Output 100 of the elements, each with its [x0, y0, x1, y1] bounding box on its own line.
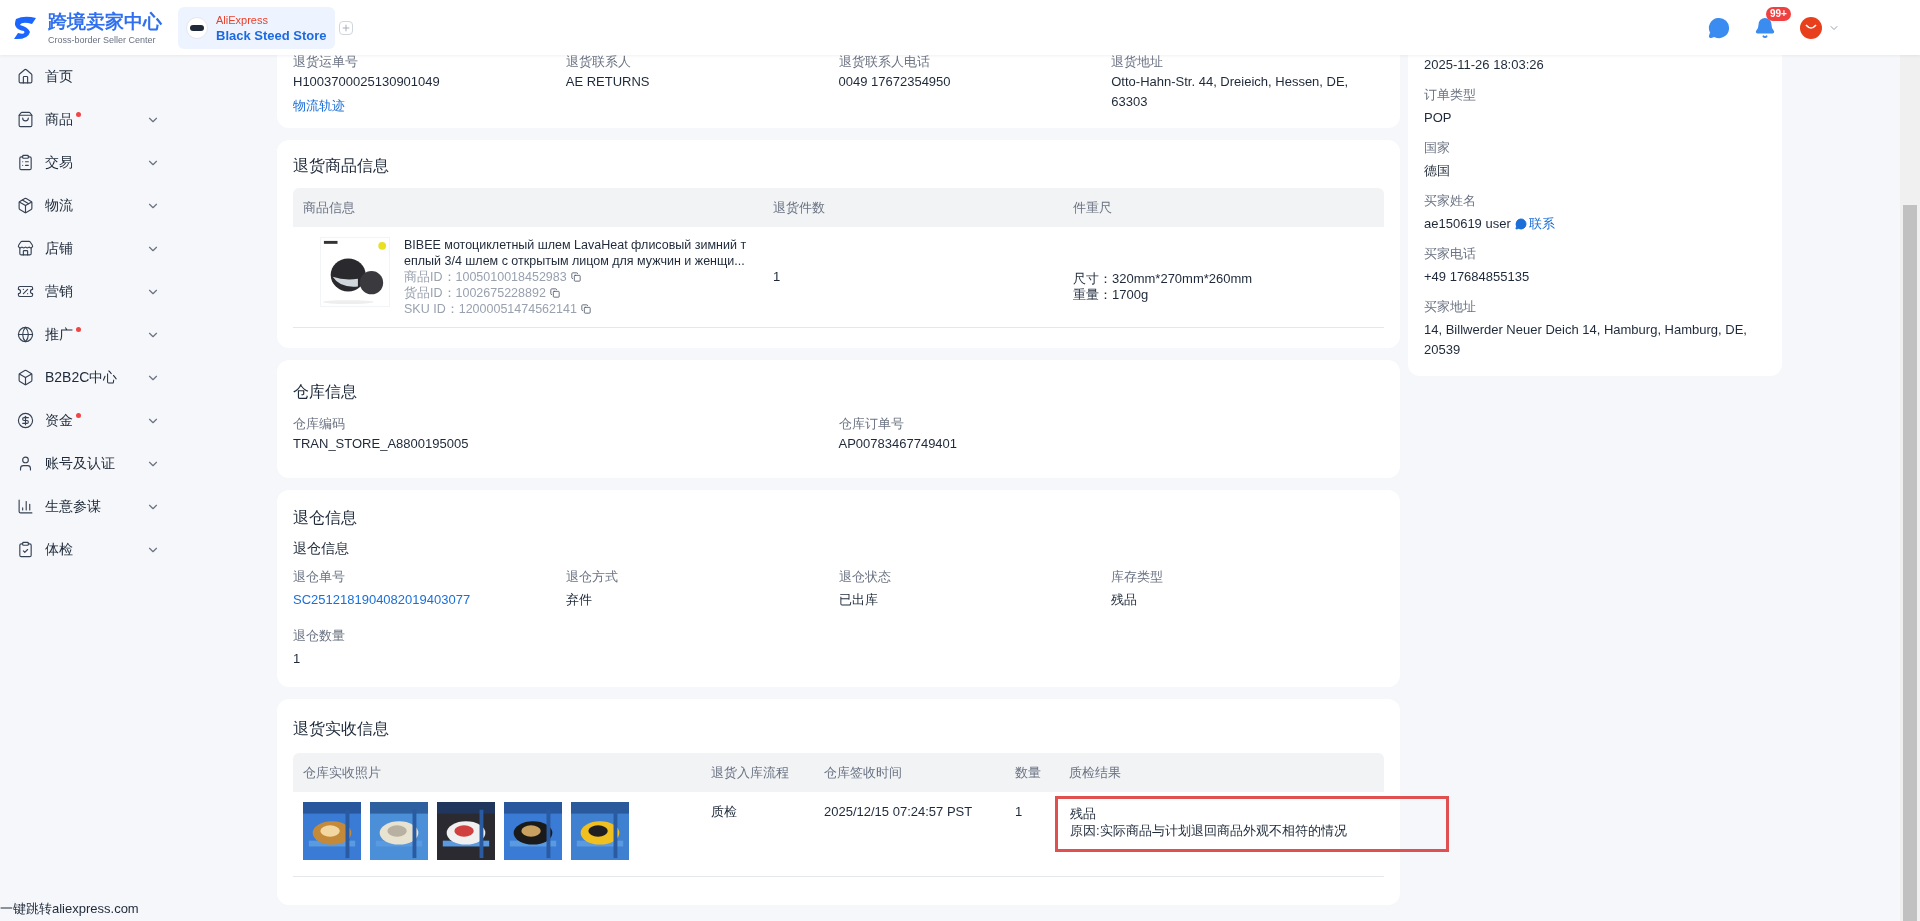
- field-value: +49 17684855135: [1424, 268, 1530, 286]
- sidebar-item[interactable]: 首页: [0, 55, 270, 98]
- product-id: 货品ID：1002675228892: [404, 285, 546, 301]
- table-cell-text: 1: [773, 268, 782, 287]
- field-value: Otto-Hahn-Str. 44, Dreieich, Hessen, DE, 63303: [1111, 73, 1350, 111]
- subsection-title: 退仓信息: [293, 539, 350, 558]
- reason-text: 原因:实际商品与计划退回商品外观不相符的情况: [1070, 822, 1348, 839]
- column-header: 质检结果: [1069, 763, 1122, 782]
- bag-icon: [17, 111, 34, 128]
- size-text: 尺寸：320mm*270mm*260mm: [1073, 271, 1254, 287]
- column-header: 数量: [1015, 763, 1042, 782]
- field-label: 订单类型: [1424, 86, 1477, 104]
- sidebar-item[interactable]: 店铺: [0, 227, 270, 270]
- field-value: 14, Billwerder Neuer Deich 14, Hamburg, Hamburg, DE, 20539: [1424, 321, 1748, 359]
- store-tab[interactable]: AliExpress Black Steed Store: [178, 6, 335, 49]
- field-value: 已出库: [838, 591, 879, 609]
- field-value: AE RETURNS: [565, 73, 651, 91]
- package-icon: [17, 197, 34, 214]
- globe-icon: [17, 326, 34, 343]
- sidebar-item[interactable]: 物流: [0, 184, 270, 227]
- column-header: 件重尺: [1073, 198, 1113, 217]
- product-title: BIBEE мотоциклетный шлем LavaHeat флисовый зимний т: [404, 237, 747, 253]
- field-value: H1003700025130901049: [293, 73, 441, 91]
- sidebar-item[interactable]: 营销: [0, 270, 270, 313]
- field-value: 德国: [1424, 162, 1450, 180]
- column-header: 仓库实收照片: [303, 763, 382, 782]
- notification-icon[interactable]: [1754, 16, 1776, 39]
- field-value: 2025-11-26 18:03:26: [1424, 56, 1544, 74]
- section-title: 退货实收信息: [293, 719, 390, 739]
- field-label: 仓库编码: [293, 415, 346, 433]
- home-icon: [17, 68, 34, 85]
- result-text: 残品: [1070, 805, 1097, 822]
- field-value: 1: [293, 650, 302, 668]
- avatar-icon[interactable]: [1800, 16, 1822, 39]
- field-value: 0049 17672354950: [838, 73, 952, 91]
- logo-subtitle: Cross-border Seller Center: [48, 33, 157, 46]
- field-label: 买家电话: [1424, 245, 1477, 263]
- contact-link[interactable]: 联系: [1514, 214, 1555, 234]
- field-label: 库存类型: [1111, 568, 1165, 586]
- sidebar-item[interactable]: 生意参谋: [0, 485, 270, 528]
- weight-text: 重量：1700g: [1073, 287, 1150, 303]
- field-value: 弃件: [565, 591, 593, 609]
- field-label: 买家地址: [1424, 298, 1477, 316]
- cube-icon: [17, 369, 34, 386]
- chat-icon: [1514, 218, 1527, 230]
- field-label: 退货联系人: [565, 53, 632, 71]
- table-cell-text: 2025/12/15 07:24:57 PST: [824, 803, 974, 821]
- column-header: 商品信息: [303, 198, 356, 217]
- notification-badge: 99+: [1766, 6, 1791, 21]
- user-icon: [17, 455, 34, 472]
- section-title: 退货商品信息: [293, 156, 390, 176]
- field-label: 买家姓名: [1424, 192, 1477, 210]
- sidebar-item[interactable]: 体检: [0, 528, 270, 571]
- field-label: 退仓数量: [293, 627, 346, 645]
- field-value: POP: [1424, 109, 1452, 127]
- field-label: 仓库订单号: [838, 415, 905, 433]
- column-header: 退货件数: [773, 198, 826, 217]
- sidebar-item[interactable]: B2B2C中心: [0, 356, 270, 399]
- sidebar-item[interactable]: 资金: [0, 399, 270, 442]
- field-label: 退货联系人电话: [838, 53, 931, 71]
- field-label: 退仓状态: [838, 568, 892, 586]
- bar-chart-icon: [17, 498, 34, 515]
- column-header: 退货入库流程: [711, 763, 790, 782]
- field-label: 退仓方式: [565, 568, 619, 586]
- sidebar-item[interactable]: 交易: [0, 141, 270, 184]
- tracking-link[interactable]: 物流轨迹: [293, 96, 546, 116]
- column-header: 仓库签收时间: [824, 763, 903, 782]
- logo-title: 跨境卖家中心: [48, 9, 162, 34]
- store-icon: [17, 240, 34, 257]
- table-cell-text: 1: [1015, 803, 1024, 821]
- clipboard-icon: [17, 154, 34, 171]
- field-value: TRAN_STORE_A8800195005: [293, 435, 470, 453]
- product-title: еплый 3/4 шлем с открытым лицом для мужчин и женщи...: [404, 253, 746, 269]
- field-label: 退货地址: [1111, 53, 1165, 71]
- sidebar-item[interactable]: 商品: [0, 98, 270, 141]
- field-value: AP00783467749401: [838, 435, 959, 453]
- footer-link[interactable]: 一键跳转aliexpress.com: [0, 901, 139, 916]
- chat-icon[interactable]: [1708, 16, 1730, 39]
- table-cell-text: 质检: [711, 803, 738, 821]
- section-title: 仓库信息: [293, 382, 358, 402]
- field-label: 退仓单号: [293, 568, 346, 586]
- return-order-link[interactable]: SC2512181904082019403077: [293, 590, 566, 610]
- copy-icon[interactable]: [570, 272, 581, 282]
- sidebar-item[interactable]: 账号及认证: [0, 442, 270, 485]
- store-name: Black Steed Store: [216, 27, 327, 44]
- product-id: 商品ID：1005010018452983: [404, 269, 567, 285]
- platform-name: AliExpress: [216, 12, 269, 28]
- copy-icon[interactable]: [580, 304, 591, 314]
- clipboard-check-icon: [17, 541, 34, 558]
- copy-icon[interactable]: [549, 288, 560, 298]
- product-id: SKU ID：12000051474562141: [404, 301, 577, 317]
- scrollbar-thumb[interactable]: [1903, 205, 1917, 921]
- field-label: 退货运单号: [293, 53, 359, 71]
- ticket-icon: [17, 283, 34, 300]
- field-label: 国家: [1424, 139, 1451, 157]
- dollar-icon: [17, 412, 34, 429]
- field-value: ae150619 user: [1424, 215, 1511, 233]
- field-value: 残品: [1111, 591, 1139, 609]
- section-title: 退仓信息: [293, 508, 358, 528]
- sidebar-item[interactable]: 推广: [0, 313, 270, 356]
